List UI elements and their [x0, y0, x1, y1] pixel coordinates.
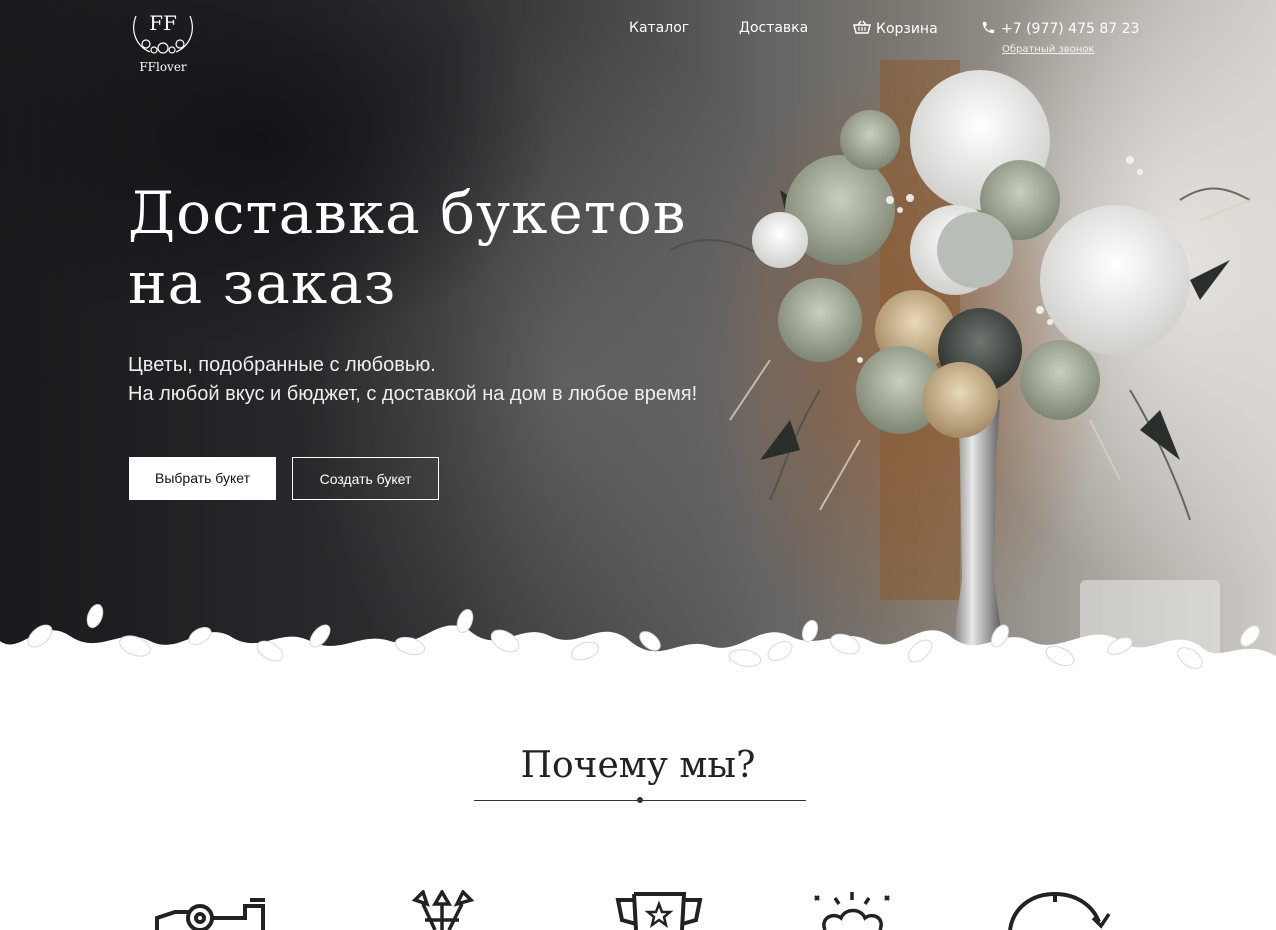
callback-link[interactable]: Обратный звонок [1002, 44, 1094, 55]
clock-icon [1008, 891, 1111, 930]
hero-shade [0, 0, 760, 700]
nav-cart[interactable]: Корзина [853, 20, 938, 37]
nav-delivery[interactable]: Доставка [739, 20, 808, 36]
hero-section: FF FFlover Каталог Доставка Корзина +7 (… [0, 0, 1276, 700]
flowers-icon [411, 890, 475, 930]
fresh-bouquet-icon [814, 892, 890, 930]
brand-logo[interactable]: FF FFlover [128, 6, 198, 74]
monogram-icon: FF [133, 11, 193, 54]
nav-cart-label: Корзина [876, 21, 938, 37]
hero-title-line2: на заказ [128, 249, 397, 317]
why-us-title: Почему мы? [520, 745, 756, 786]
phone-icon [982, 21, 995, 34]
leaf-border [0, 603, 1276, 700]
create-bouquet-button[interactable]: Создать букет [292, 457, 439, 500]
nav-catalog[interactable]: Каталог [629, 20, 689, 36]
hero-subtitle: Цветы, подобранные с любовью. На любой в… [128, 351, 697, 409]
hero-subtitle-line2: На любой вкус и бюджет, с доставкой на д… [128, 383, 698, 405]
delivery-truck-icon [155, 898, 265, 930]
bouquet-image [669, 60, 1251, 660]
hero-title-line1: Доставка букетов [128, 179, 687, 247]
choose-bouquet-button[interactable]: Выбрать букет [129, 457, 276, 500]
title-divider-dot [637, 797, 643, 803]
trophy-icon [615, 892, 703, 930]
hero-subtitle-line1: Цветы, подобранные с любовью. [128, 354, 436, 376]
nav-phone[interactable]: +7 (977) 475 87 23 [981, 20, 1139, 37]
brand-name: FFlover [139, 60, 187, 74]
monogram-text: FF [149, 11, 177, 35]
cart-icon [853, 20, 871, 34]
phone-number: +7 (977) 475 87 23 [1001, 21, 1140, 37]
hero-title: Доставка букетов на заказ [128, 178, 686, 318]
